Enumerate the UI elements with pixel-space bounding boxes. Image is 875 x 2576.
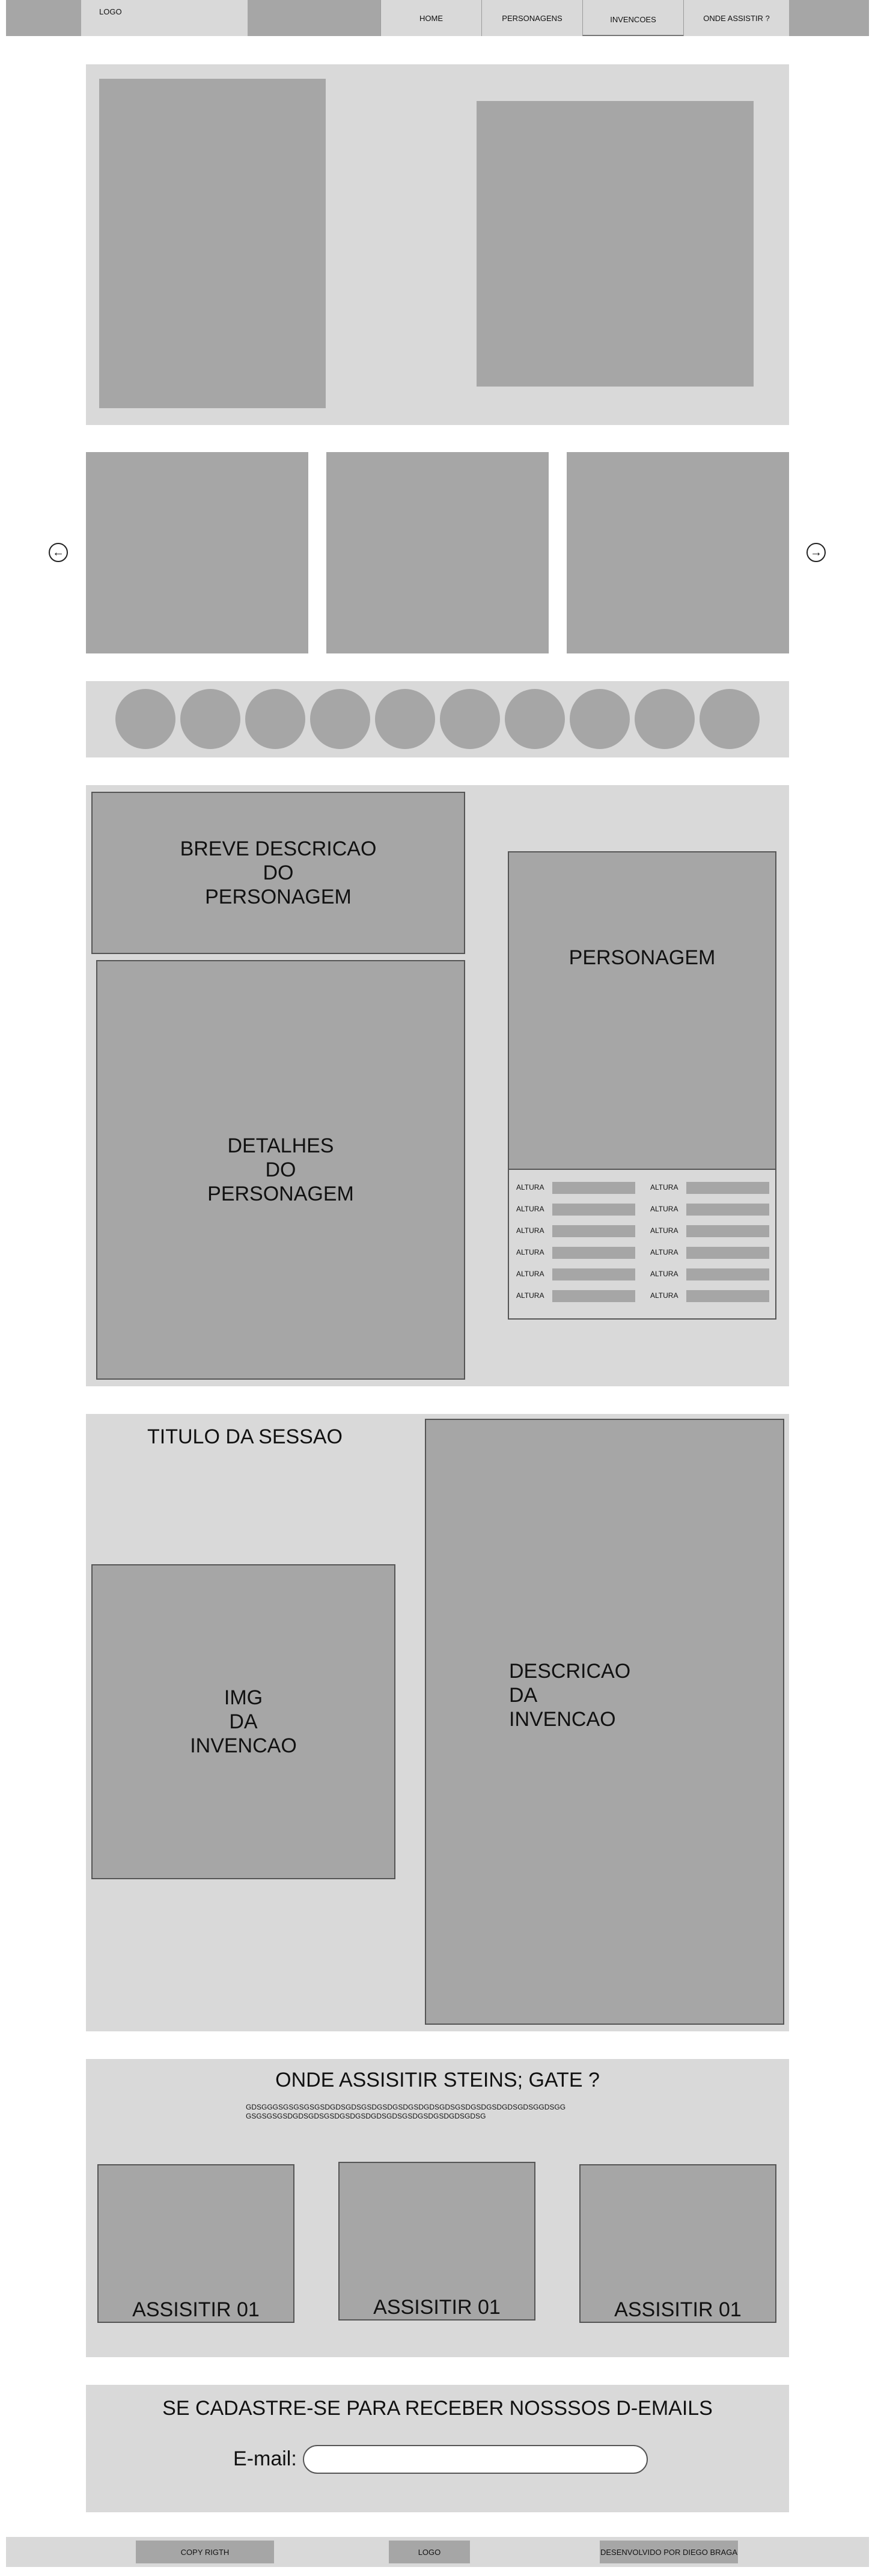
stat-label: ALTURA — [516, 1226, 544, 1235]
carousel-card[interactable] — [86, 452, 308, 653]
stat-label: ALTURA — [516, 1205, 544, 1213]
stat-bar — [686, 1182, 769, 1194]
watch-button-label: ASSISITIR 01 — [132, 2298, 260, 2321]
arrow-left-circle-icon[interactable]: ← — [49, 543, 68, 562]
character-avatar[interactable] — [700, 689, 760, 749]
carousel-card[interactable] — [567, 452, 789, 653]
watch-card[interactable]: ASSISITIR 01 — [338, 2162, 535, 2321]
stat-label: ALTURA — [516, 1248, 544, 1256]
watch-title: ONDE ASSISITIR STEINS; GATE ? — [275, 2069, 600, 2091]
stat-bar — [686, 1225, 769, 1237]
stat-label: ALTURA — [650, 1226, 678, 1235]
newsletter-title: SE CADASTRE-SE PARA RECEBER NOSSSOS D-EM… — [162, 2397, 713, 2420]
header-logo[interactable]: LOGO — [81, 0, 248, 36]
watch-card[interactable]: ASSISITIR 01 — [579, 2164, 776, 2323]
character-brief-description: BREVE DESCRICAO DO PERSONAGEM — [91, 792, 465, 954]
stat-bar — [552, 1247, 635, 1259]
stat-bar — [552, 1290, 635, 1302]
stat-label: ALTURA — [650, 1205, 678, 1213]
stat-label: ALTURA — [650, 1248, 678, 1256]
hero-image-left — [99, 79, 326, 408]
character-avatar[interactable] — [440, 689, 500, 749]
carousel-card[interactable] — [326, 452, 549, 653]
stat-label: ALTURA — [650, 1291, 678, 1300]
character-details: DETALHES DO PERSONAGEM — [96, 960, 465, 1380]
character-portrait: PERSONAGEM — [508, 851, 776, 1170]
email-input[interactable] — [303, 2445, 648, 2474]
stat-label: ALTURA — [650, 1270, 678, 1278]
invention-description: DESCRICAO DA INVENCAO — [425, 1419, 784, 2025]
stat-bar — [686, 1268, 769, 1280]
nav-item-invencoes[interactable]: INVENCOES — [582, 0, 683, 36]
stat-bar — [552, 1204, 635, 1216]
invention-description-text: DESCRICAO DA INVENCAO — [509, 1660, 631, 1731]
character-avatar[interactable] — [505, 689, 565, 749]
stat-bar — [552, 1182, 635, 1194]
stat-bar — [686, 1204, 769, 1216]
nav-item-onde-assistir[interactable]: ONDE ASSISTIR ? — [683, 0, 789, 36]
footer-logo[interactable]: LOGO — [389, 2541, 470, 2563]
nav-item-home[interactable]: HOME — [380, 0, 481, 36]
stat-label: ALTURA — [516, 1183, 544, 1192]
watch-card[interactable]: ASSISITIR 01 — [97, 2164, 294, 2323]
hero-image-right — [477, 101, 754, 387]
footer-copyright: COPY RIGTH — [136, 2541, 274, 2563]
stat-bar — [552, 1225, 635, 1237]
character-avatar[interactable] — [180, 689, 240, 749]
character-avatar[interactable] — [570, 689, 630, 749]
stat-bar — [552, 1268, 635, 1280]
invention-image: IMG DA INVENCAO — [91, 1564, 395, 1879]
section-title: TITULO DA SESSAO — [147, 1425, 343, 1448]
watch-button-label: ASSISITIR 01 — [614, 2298, 742, 2321]
arrow-right-circle-icon[interactable]: → — [806, 543, 826, 562]
character-stats: ALTURA ALTURA ALTURA ALTURA ALTURA ALTUR… — [508, 1170, 776, 1320]
character-name: PERSONAGEM — [569, 946, 716, 969]
email-label: E-mail: — [233, 2447, 297, 2470]
nav-item-personagens[interactable]: PERSONAGENS — [481, 0, 582, 36]
footer-credit: DESENVOLVIDO POR DIEGO BRAGA — [600, 2541, 738, 2563]
character-avatar[interactable] — [115, 689, 175, 749]
stat-bar — [686, 1247, 769, 1259]
character-avatar[interactable] — [375, 689, 435, 749]
character-avatar[interactable] — [310, 689, 370, 749]
stat-label: ALTURA — [516, 1291, 544, 1300]
stat-label: ALTURA — [650, 1183, 678, 1192]
character-avatar[interactable] — [635, 689, 695, 749]
character-avatar[interactable] — [245, 689, 305, 749]
stat-bar — [686, 1290, 769, 1302]
watch-description: GDSGGGSGSGSGSGSDGDSGDSGSDGSDGSDGSDGDSGDS… — [246, 2103, 566, 2120]
stat-label: ALTURA — [516, 1270, 544, 1278]
watch-button-label: ASSISITIR 01 — [373, 2296, 501, 2319]
